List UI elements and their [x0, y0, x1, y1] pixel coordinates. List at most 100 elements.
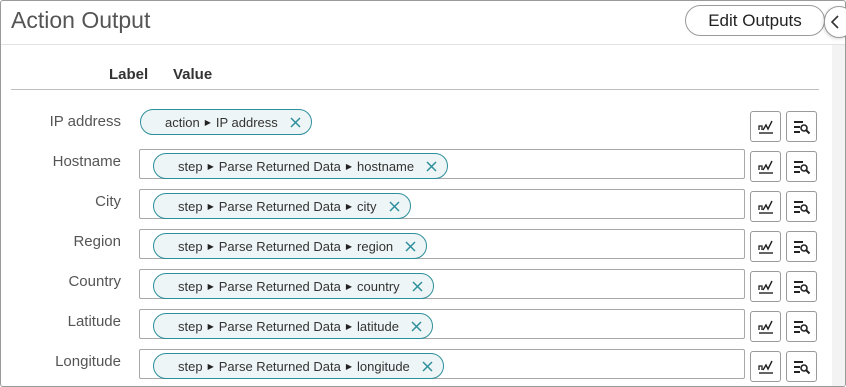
output-row: Latitude step ▶ Parse Returned Data ▶ latitud…: [1, 309, 831, 343]
chip-path-text: Parse Returned Data: [218, 358, 341, 374]
column-header-label: Label: [109, 66, 149, 83]
collapse-panel-button[interactable]: [824, 6, 846, 38]
triangle-right-icon: ▶: [345, 241, 353, 251]
data-reference-chip[interactable]: action ▶ IP address: [140, 109, 312, 135]
triangle-right-icon: ▶: [207, 361, 214, 371]
chip-path-text: Parse Returned Data: [218, 318, 341, 334]
edit-value-button[interactable]: [750, 191, 781, 222]
triangle-right-icon: ▶: [345, 201, 353, 211]
edit-value-button[interactable]: [750, 271, 781, 302]
output-row: IP address action ▶ IP address: [1, 109, 831, 143]
chip-source-text: step: [178, 318, 203, 334]
close-icon[interactable]: [290, 116, 301, 128]
edit-value-button[interactable]: [750, 351, 781, 382]
triangle-right-icon: ▶: [207, 321, 214, 331]
close-icon[interactable]: [411, 320, 422, 332]
triangle-right-icon: ▶: [345, 321, 353, 331]
close-icon[interactable]: [405, 240, 416, 252]
triangle-right-icon: ▶: [204, 117, 211, 127]
chip-field-text: hostname: [357, 158, 415, 174]
data-reference-chip[interactable]: step ▶ Parse Returned Data ▶ longitude: [153, 353, 444, 379]
data-reference-chip[interactable]: step ▶ Parse Returned Data ▶ city: [153, 193, 411, 219]
column-header-value: Value: [173, 66, 213, 83]
chip-source-text: action: [165, 114, 200, 130]
chip-path-text: Parse Returned Data: [218, 278, 341, 294]
output-value-field[interactable]: step ▶ Parse Returned Data ▶ city: [139, 189, 745, 219]
close-icon[interactable]: [412, 280, 423, 292]
output-row: Hostname step ▶ Parse Returned Data ▶ hostnam…: [1, 149, 831, 183]
chip-source-text: step: [178, 278, 203, 294]
output-row-label: Latitude: [67, 313, 121, 330]
data-picker-icon: [793, 320, 810, 334]
data-picker-icon: [793, 200, 810, 214]
column-header-divider: [11, 89, 819, 90]
output-row: Longitude step ▶ Parse Returned Data ▶ longit…: [1, 349, 831, 383]
edit-signature-icon: [757, 200, 773, 214]
output-value-field[interactable]: step ▶ Parse Returned Data ▶ longitude: [139, 349, 745, 379]
chip-field-text: region: [357, 238, 394, 254]
close-icon[interactable]: [388, 200, 400, 212]
triangle-right-icon: ▶: [345, 361, 353, 371]
chip-source-text: step: [178, 158, 203, 174]
edit-value-button[interactable]: [750, 231, 781, 262]
triangle-right-icon: ▶: [207, 241, 214, 251]
data-reference-chip[interactable]: step ▶ Parse Returned Data ▶ region: [153, 233, 428, 259]
chip-field-text: longitude: [357, 358, 410, 374]
output-row-label: City: [95, 193, 121, 210]
chip-source-text: step: [178, 358, 203, 374]
output-row: Country step ▶ Parse Returned Data ▶ country: [1, 269, 831, 303]
chip-field-text: country: [357, 278, 400, 294]
triangle-right-icon: ▶: [207, 161, 214, 171]
triangle-right-icon: ▶: [345, 161, 353, 171]
pick-data-button[interactable]: [786, 351, 817, 382]
edit-signature-icon: [757, 160, 773, 174]
close-icon[interactable]: [426, 160, 437, 172]
data-picker-icon: [793, 360, 810, 374]
triangle-right-icon: ▶: [207, 281, 214, 291]
data-reference-chip[interactable]: step ▶ Parse Returned Data ▶ hostname: [153, 153, 449, 179]
output-value-field[interactable]: step ▶ Parse Returned Data ▶ latitude: [139, 309, 745, 339]
edit-value-button[interactable]: [750, 151, 781, 182]
data-picker-icon: [793, 240, 810, 254]
pick-data-button[interactable]: [786, 191, 817, 222]
output-value-field[interactable]: step ▶ Parse Returned Data ▶ hostname: [139, 149, 745, 179]
chip-path-text: Parse Returned Data: [218, 158, 341, 174]
panel-title: Action Output: [11, 7, 151, 33]
chip-field-text: IP address: [215, 114, 278, 130]
data-reference-chip[interactable]: step ▶ Parse Returned Data ▶ latitude: [153, 313, 433, 339]
chip-field-text: latitude: [357, 318, 399, 334]
scrollbar[interactable]: [832, 45, 845, 386]
header-divider: [1, 44, 845, 45]
data-reference-chip[interactable]: step ▶ Parse Returned Data ▶ country: [153, 273, 434, 299]
data-picker-icon: [793, 120, 810, 134]
output-value-field[interactable]: step ▶ Parse Returned Data ▶ region: [139, 229, 745, 259]
edit-signature-icon: [757, 320, 773, 334]
edit-signature-icon: [757, 360, 773, 374]
chip-source-text: step: [178, 198, 203, 214]
close-icon[interactable]: [422, 360, 433, 372]
output-row-label: Region: [73, 233, 121, 250]
pick-data-button[interactable]: [786, 231, 817, 262]
chip-path-text: Parse Returned Data: [218, 198, 341, 214]
output-row-label: Country: [68, 273, 121, 290]
data-picker-icon: [793, 280, 810, 294]
pick-data-button[interactable]: [786, 111, 817, 142]
output-value-field[interactable]: step ▶ Parse Returned Data ▶ country: [139, 269, 745, 299]
edit-signature-icon: [757, 240, 773, 254]
pick-data-button[interactable]: [786, 311, 817, 342]
edit-value-button[interactable]: [750, 111, 781, 142]
output-row-label: IP address: [49, 113, 121, 130]
chip-field-text: city: [357, 198, 377, 214]
chip-path-text: Parse Returned Data: [218, 238, 341, 254]
output-row-label: Hostname: [52, 153, 121, 170]
output-row: City step ▶ Parse Returned Data ▶ city: [1, 189, 831, 223]
output-value-field[interactable]: action ▶ IP address: [139, 109, 745, 139]
pick-data-button[interactable]: [786, 151, 817, 182]
edit-outputs-button[interactable]: Edit Outputs: [685, 5, 825, 36]
action-output-panel: Action Output Edit Outputs Label Value I…: [0, 0, 846, 387]
edit-signature-icon: [757, 120, 773, 134]
edit-value-button[interactable]: [750, 311, 781, 342]
triangle-right-icon: ▶: [207, 201, 214, 211]
pick-data-button[interactable]: [786, 271, 817, 302]
chevron-left-icon: [830, 15, 839, 29]
